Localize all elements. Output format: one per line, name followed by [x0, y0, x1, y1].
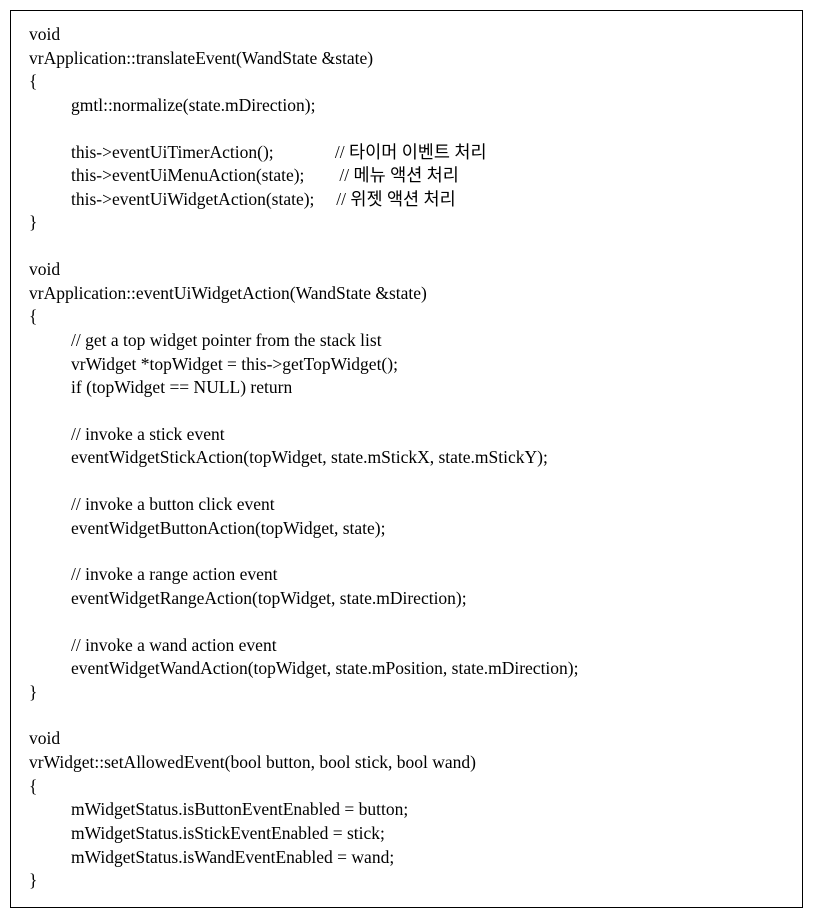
code-line: mWidgetStatus.isStickEventEnabled = stic… — [29, 822, 784, 846]
code-line: this->eventUiMenuAction(state); // 메뉴 액션… — [29, 164, 784, 188]
code-line: // invoke a range action event — [29, 563, 784, 587]
code-line: eventWidgetStickAction(topWidget, state.… — [29, 446, 784, 470]
code-line: this->eventUiWidgetAction(state); // 위젯 … — [29, 188, 784, 212]
code-blank-line — [29, 400, 784, 423]
code-line: vrWidget *topWidget = this->getTopWidget… — [29, 353, 784, 377]
code-line: if (topWidget == NULL) return — [29, 376, 784, 400]
code-blank-line — [29, 118, 784, 141]
code-line: // invoke a stick event — [29, 423, 784, 447]
code-line: { — [29, 775, 784, 799]
code-line: vrApplication::translateEvent(WandState … — [29, 47, 784, 71]
code-line: { — [29, 70, 784, 94]
code-line: vrWidget::setAllowedEvent(bool button, b… — [29, 751, 784, 775]
code-line: vrApplication::eventUiWidgetAction(WandS… — [29, 282, 784, 306]
code-line: eventWidgetWandAction(topWidget, state.m… — [29, 657, 784, 681]
code-line: eventWidgetRangeAction(topWidget, state.… — [29, 587, 784, 611]
code-line: // get a top widget pointer from the sta… — [29, 329, 784, 353]
code-container: voidvrApplication::translateEvent(WandSt… — [10, 10, 803, 908]
code-line: mWidgetStatus.isWandEventEnabled = wand; — [29, 846, 784, 870]
code-blank-line — [29, 470, 784, 493]
code-line: } — [29, 869, 784, 893]
code-line: void — [29, 727, 784, 751]
code-line: void — [29, 258, 784, 282]
code-line: // invoke a button click event — [29, 493, 784, 517]
code-line: { — [29, 305, 784, 329]
code-line: void — [29, 23, 784, 47]
code-line: eventWidgetButtonAction(topWidget, state… — [29, 517, 784, 541]
code-blank-line — [29, 540, 784, 563]
code-line: // invoke a wand action event — [29, 634, 784, 658]
code-line: } — [29, 681, 784, 705]
code-line: gmtl::normalize(state.mDirection); — [29, 94, 784, 118]
code-line: this->eventUiTimerAction(); // 타이머 이벤트 처… — [29, 141, 784, 165]
code-line: mWidgetStatus.isButtonEventEnabled = but… — [29, 798, 784, 822]
code-blank-line — [29, 235, 784, 258]
code-blank-line — [29, 704, 784, 727]
code-line: } — [29, 211, 784, 235]
code-blank-line — [29, 611, 784, 634]
